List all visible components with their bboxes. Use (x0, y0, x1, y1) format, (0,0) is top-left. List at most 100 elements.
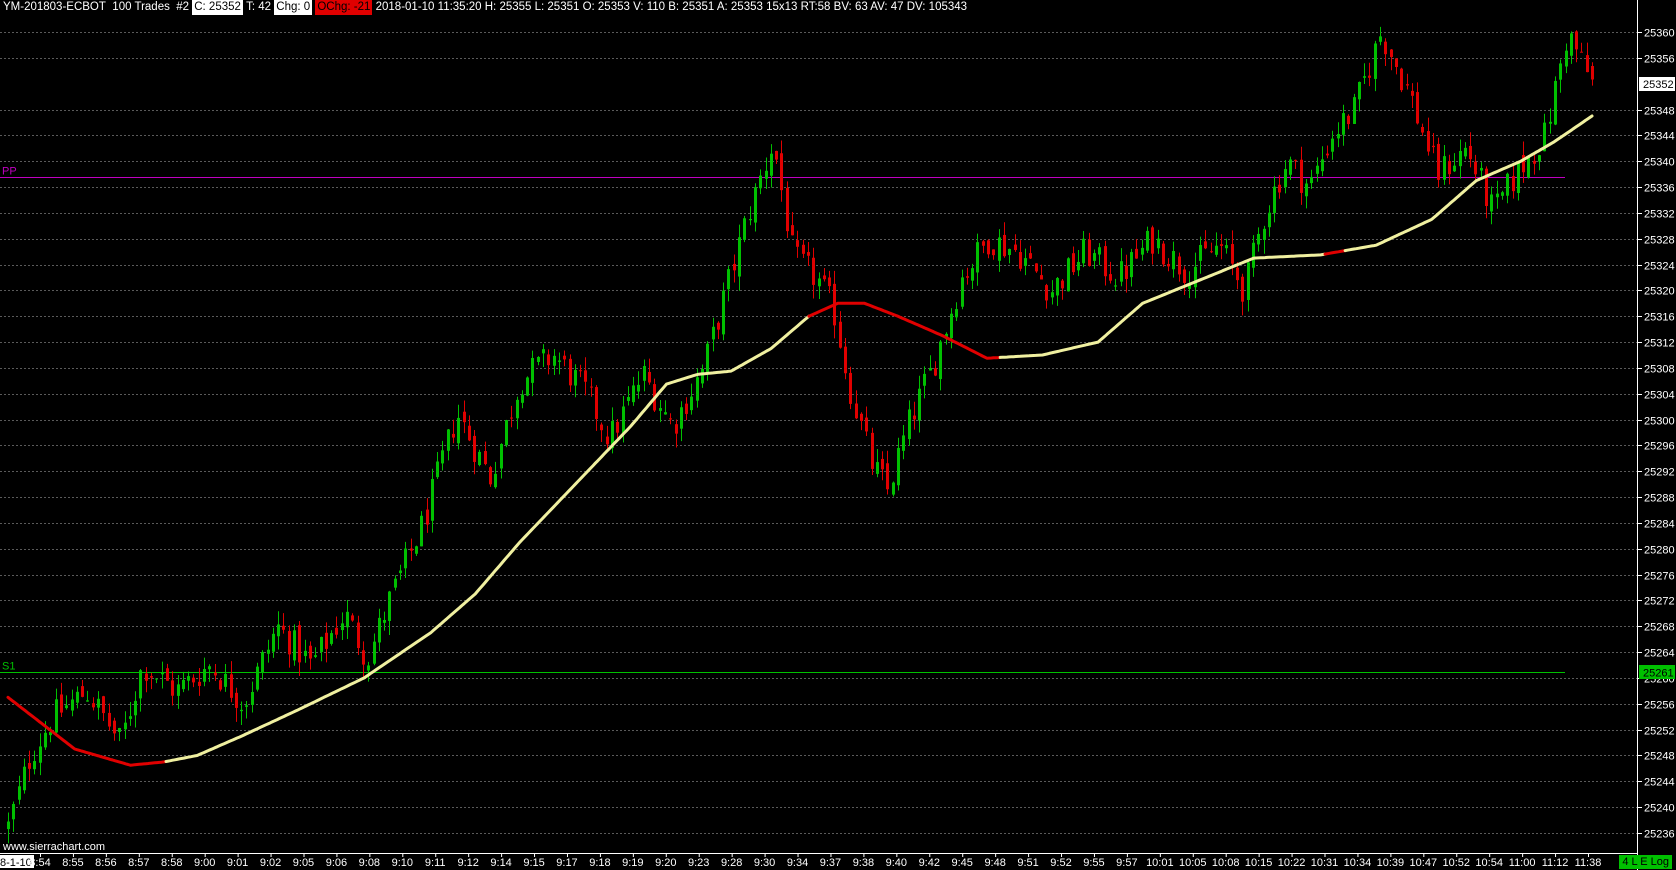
candle-body (823, 275, 826, 280)
candle-body (839, 321, 842, 348)
candle-body (484, 451, 487, 465)
candle-body (71, 699, 74, 711)
candle-body (1533, 160, 1536, 164)
candle-body (1199, 245, 1202, 261)
candle-body (1395, 58, 1398, 67)
time-tick-label: 9:19 (622, 857, 643, 869)
candle-body (892, 482, 895, 495)
candle-body (759, 175, 762, 189)
candle-body (7, 821, 10, 830)
price-tick-label: 25296 (1644, 441, 1675, 453)
candle-body (712, 326, 715, 340)
candle-body (1003, 234, 1006, 257)
candle-body (256, 666, 259, 690)
candle-body (1363, 76, 1366, 78)
price-tick-label: 25316 (1644, 312, 1675, 324)
price-axis[interactable]: 2523625240252442524825252252562526025264… (1637, 28, 1675, 841)
candle-body (1384, 41, 1387, 55)
candle-body (1067, 258, 1070, 292)
price-tick-label: 25340 (1644, 157, 1675, 169)
candle-body (81, 686, 84, 697)
time-axis[interactable]: 8-1-108:54 8:55 8:56 8:57 8:58 9:00 9:01 9:02 9:… (0, 853, 1601, 869)
scale-mode-badge[interactable]: 4 L E Log (1619, 855, 1672, 869)
candle-body (828, 277, 831, 287)
price-tick-label: 25284 (1644, 519, 1675, 531)
candle-body (1289, 159, 1292, 175)
time-tick-label: 9:05 (293, 857, 314, 869)
candle-body (786, 187, 789, 232)
candle-body (505, 420, 508, 446)
candle-body (865, 417, 868, 432)
candle-body (923, 373, 926, 386)
level-lines: PP S1 (0, 166, 1565, 673)
time-tick-label: 8-1-10 (0, 857, 32, 869)
candle-body (939, 341, 942, 380)
candle-body (235, 692, 238, 708)
candle-body (362, 650, 365, 665)
candle-body (1400, 68, 1403, 91)
candle-body (44, 732, 47, 748)
price-tick-label: 25288 (1644, 493, 1675, 505)
candle-body (796, 240, 799, 247)
time-tick-label: 10:22 (1278, 857, 1306, 869)
candle-body (1321, 159, 1324, 172)
price-tick-label: 25300 (1644, 416, 1675, 428)
candle-body (1506, 173, 1509, 196)
candle-body (929, 367, 932, 371)
candle-body (579, 370, 582, 372)
candle-body (92, 703, 95, 708)
candle-body (251, 691, 254, 705)
candle-body (622, 406, 625, 433)
candle-body (1056, 278, 1059, 296)
candle-body (669, 418, 672, 420)
time-tick-label: 9:51 (1017, 857, 1038, 869)
candle-body (171, 680, 174, 696)
candle-body (643, 366, 646, 381)
candle-body (346, 611, 349, 628)
ma-segment (6, 695, 168, 767)
candle-body (28, 762, 31, 769)
candle-body (113, 720, 116, 734)
candle-body (998, 237, 1001, 261)
candle-body (230, 674, 233, 698)
price-chart[interactable]: PPS1 25236252402524425248252522525625260… (0, 0, 1676, 870)
candle-body (304, 650, 307, 657)
candle-body (680, 407, 683, 429)
candle-body (675, 424, 678, 434)
candle-body (383, 619, 386, 623)
time-tick-label: 10:52 (1442, 857, 1470, 869)
candle-body (335, 627, 338, 635)
candle-body (1549, 121, 1552, 124)
candle-body (918, 388, 921, 421)
candle-body (648, 371, 651, 383)
candle-body (494, 473, 497, 488)
time-tick-label: 10:01 (1146, 857, 1174, 869)
candle-body (293, 630, 296, 661)
time-tick-label: 9:48 (984, 857, 1005, 869)
candle-body (309, 645, 312, 659)
candle-body (76, 691, 79, 703)
candle-body (97, 698, 100, 708)
price-tick-label: 25272 (1644, 596, 1675, 608)
candle-body (108, 712, 111, 727)
candle-body (145, 673, 148, 681)
candle-body (478, 451, 481, 466)
time-tick-label: 10:15 (1245, 857, 1273, 869)
time-tick-label: 9:28 (721, 857, 742, 869)
candle-body (553, 355, 556, 366)
candle-body (1501, 192, 1504, 196)
candle-body (1104, 246, 1107, 277)
candle-body (373, 641, 376, 664)
candle-body (1109, 274, 1112, 281)
price-tick-label: 25360 (1644, 28, 1675, 40)
price-tick-label: 25356 (1644, 54, 1675, 66)
price-tick-label: 25348 (1644, 106, 1675, 118)
s1-level-label: S1 (2, 661, 15, 673)
candle-body (738, 237, 741, 277)
candle-body (314, 655, 317, 657)
ma-segment (1343, 114, 1594, 253)
candle-body (203, 669, 206, 682)
time-tick-label: 8:56 (95, 857, 116, 869)
time-tick-label: 9:40 (886, 857, 907, 869)
candle-body (1459, 151, 1462, 167)
